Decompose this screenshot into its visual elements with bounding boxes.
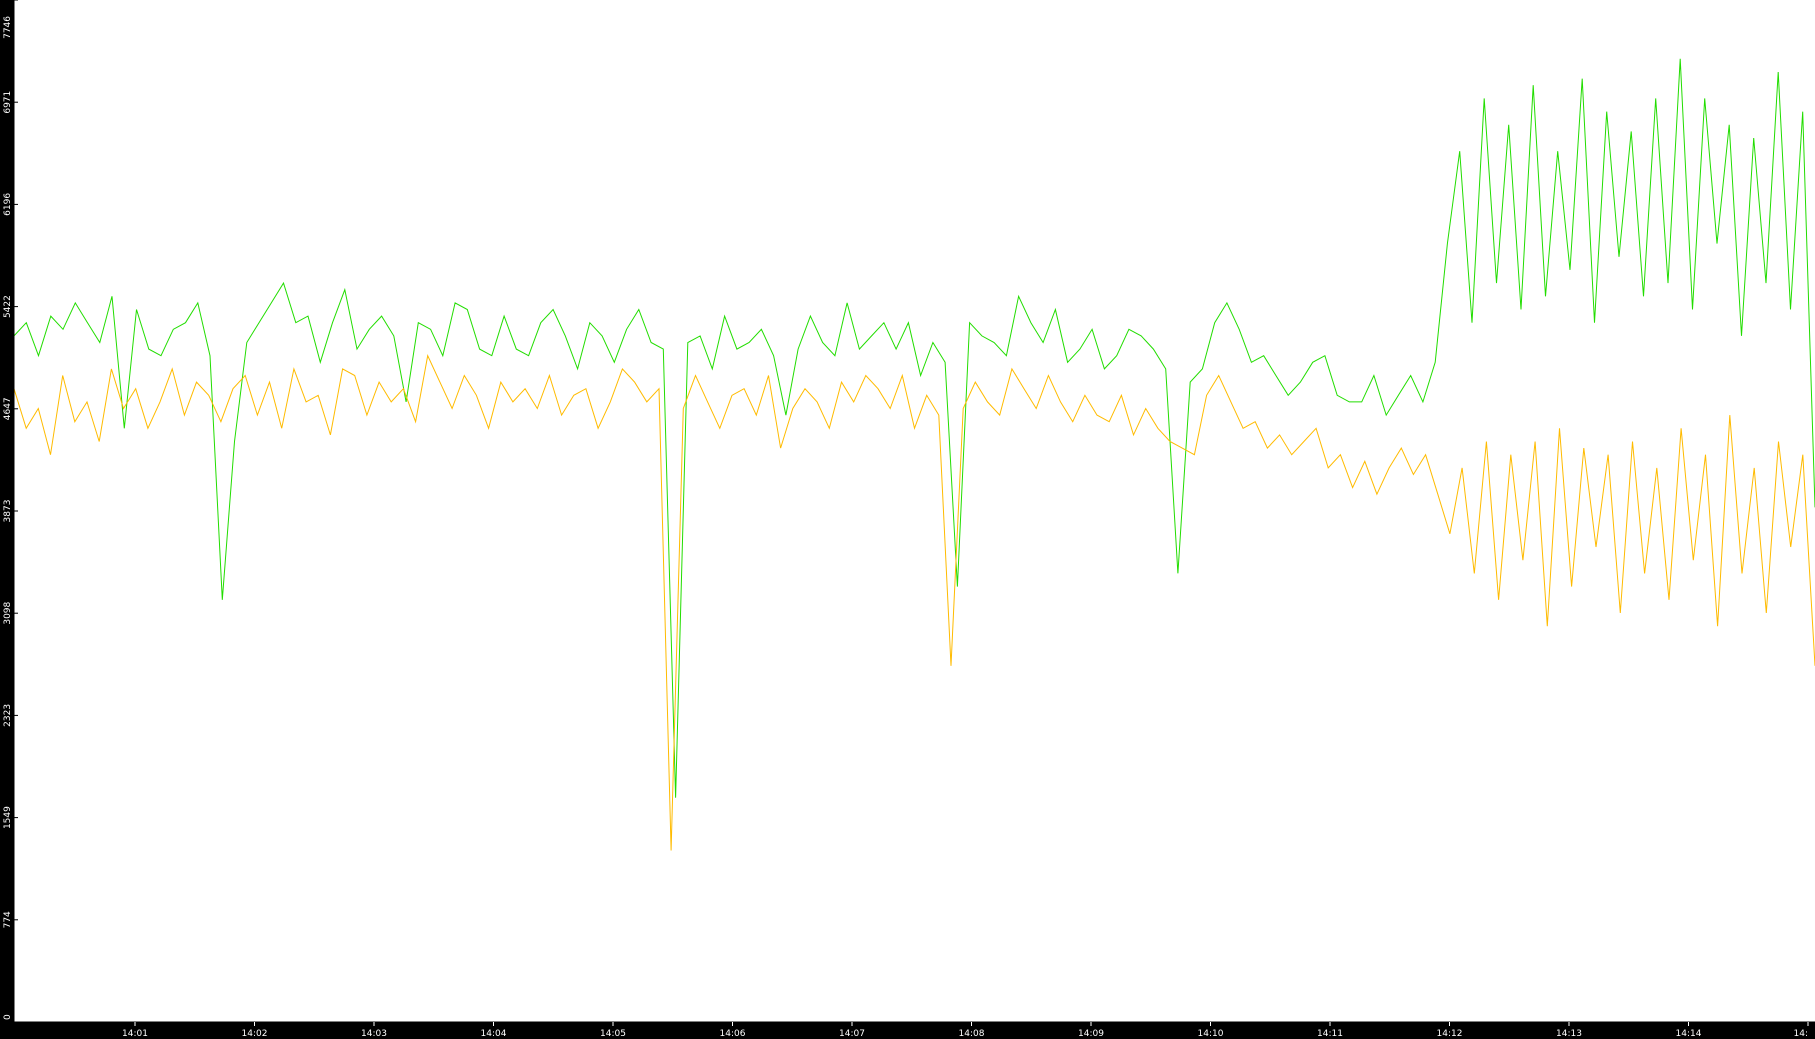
x-tick-label: 14:04 — [481, 1029, 507, 1039]
x-tick-label: 14:11 — [1317, 1029, 1343, 1039]
x-tick-label: 14:06 — [720, 1029, 746, 1039]
y-tick-label: 774 — [3, 911, 13, 928]
y-tick-label: 6196 — [3, 193, 13, 216]
y-tick-label: 5422 — [3, 295, 13, 318]
x-tick-label: 14:01 — [122, 1029, 148, 1039]
x-tick-label: 14:13 — [1556, 1029, 1582, 1039]
y-tick-label: 1549 — [3, 806, 13, 829]
x-tick-label: 14:03 — [361, 1029, 387, 1039]
plot-background — [14, 0, 1815, 1022]
y-tick-label: 6971 — [3, 91, 13, 114]
x-tick-label: 14:14 — [1676, 1029, 1702, 1039]
y-tick-label: 3098 — [3, 601, 13, 624]
x-tick-label: 14:09 — [1078, 1029, 1104, 1039]
x-tick-label: 14:07 — [839, 1029, 865, 1039]
x-tick-label: 14:10 — [1198, 1029, 1224, 1039]
y-tick-label: 0 — [3, 1014, 13, 1020]
x-axis-ticks: 14:01 14:02 14:03 14:04 14:05 14:06 14:07 14:08… — [122, 1022, 1809, 1039]
chart-canvas: 0 774 1549 2323 3098 3873 4647 5422 6196 6971 7746… — [3, 0, 1815, 1039]
x-tick-label: 14:12 — [1437, 1029, 1463, 1039]
y-tick-label: 3873 — [3, 500, 13, 523]
y-tick-label: 2323 — [3, 704, 13, 727]
x-tick-label: 14:05 — [600, 1029, 626, 1039]
line-chart: 0 774 1549 2323 3098 3873 4647 5422 6196 6971 7746… — [0, 0, 1815, 1039]
y-tick-label: 4647 — [3, 397, 13, 420]
x-tick-label: 14:08 — [959, 1029, 985, 1039]
y-tick-label: 7746 — [3, 16, 13, 39]
x-tick-label: 14:02 — [242, 1029, 268, 1039]
x-tick-label: 14: — [1794, 1029, 1808, 1039]
